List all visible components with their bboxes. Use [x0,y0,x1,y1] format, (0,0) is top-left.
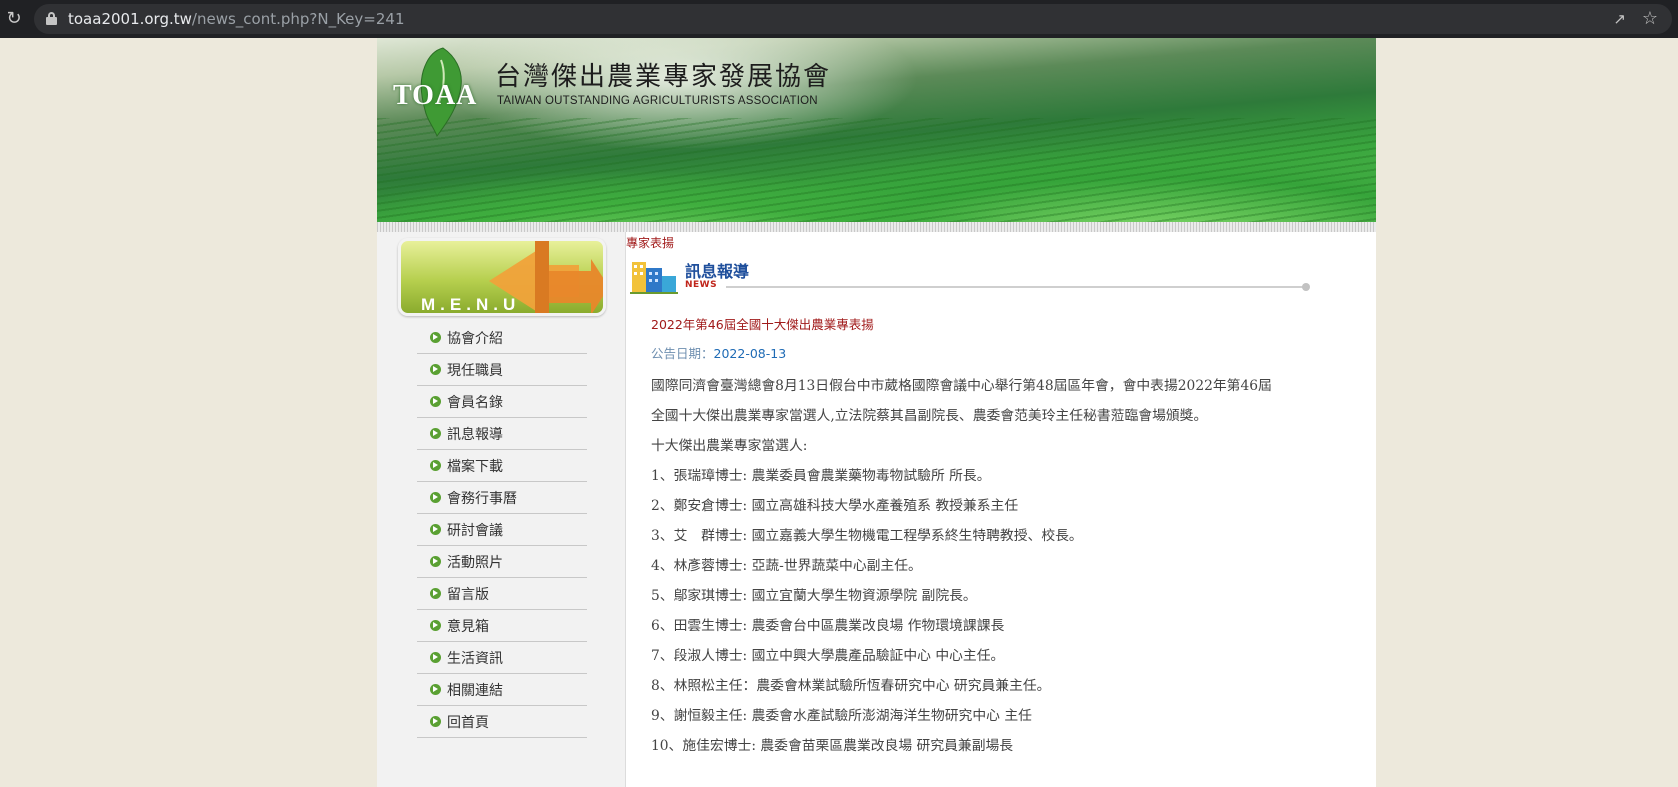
sidebar-item-news[interactable]: 訊息報導 [417,418,587,450]
arrow-bullet-icon [430,556,441,567]
section-subtitle: NEWS [685,280,718,290]
menu-header: M.E.N.U [398,238,606,316]
menu-title: M.E.N.U [421,295,521,314]
sidebar-item-calendar[interactable]: 會務行事曆 [417,482,587,514]
sidebar-item-label: 回首頁 [447,714,489,731]
sidebar-item-label: 會務行事曆 [447,490,517,507]
sidebar-item-label: 活動照片 [447,554,503,571]
article-line: 4、林彥蓉博士: 亞蔬-世界蔬菜中心副主任。 [651,558,922,574]
sidebar-item-staff[interactable]: 現任職員 [417,354,587,386]
main-content: 專家表揚 訊息報導 NEWS 2022年第46屆全國十大傑出農業專表揚 公告日期… [626,232,1376,787]
reload-icon[interactable]: ↻ [4,9,24,29]
share-icon[interactable]: ↗ [1613,10,1626,28]
article-line: 7、段淑人博士: 國立中興大學農產品驗証中心 中心主任。 [651,648,1005,664]
arrow-bullet-icon [430,716,441,727]
logo-text: TOAA [393,80,478,111]
article-line: 3、艾 群博士: 國立嘉義大學生物機電工程學系終生特聘教授、校長。 [651,528,1083,544]
sidebar-item-about[interactable]: 協會介紹 [417,322,587,354]
sidebar-item-label: 生活資訊 [447,650,503,667]
breadcrumb[interactable]: 專家表揚 [626,234,674,251]
header-divider [377,222,1376,232]
sidebar-item-feedback[interactable]: 意見箱 [417,610,587,642]
bookmark-star-icon[interactable]: ☆ [1642,8,1658,29]
news-buildings-icon [630,262,678,294]
section-title: 訊息報導 [685,262,750,281]
header-banner: TOAA 台灣傑出農業專家發展協會 TAIWAN OUTSTANDING AGR… [377,38,1376,222]
site-title: 台灣傑出農業專家發展協會 [495,62,832,92]
sidebar-item-photos[interactable]: 活動照片 [417,546,587,578]
sidebar-item-label: 現任職員 [447,362,503,379]
divider-end-dot [1302,283,1310,291]
arrow-bullet-icon [430,524,441,535]
sidebar-item-seminars[interactable]: 研討會議 [417,514,587,546]
article-line: 1、張瑞璋博士: 農業委員會農業藥物毒物試驗所 所長。 [651,468,991,484]
arrow-bullet-icon [430,620,441,631]
sidebar-item-living-info[interactable]: 生活資訊 [417,642,587,674]
sidebar-item-downloads[interactable]: 檔案下載 [417,450,587,482]
arrow-bullet-icon [430,396,441,407]
article-line: 國際同濟會臺灣總會8月13日假台中市葳格國際會議中心舉行第48屆區年會，會中表揚… [651,378,1272,394]
sidebar-item-label: 意見箱 [447,618,489,635]
sidebar-item-links[interactable]: 相關連結 [417,674,587,706]
publish-date: 公告日期：2022-08-13 [651,343,786,362]
article-title: 2022年第46屆全國十大傑出農業專表揚 [651,317,874,332]
arrow-bullet-icon [430,652,441,663]
article-line: 9、謝恒毅主任: 農委會水產試驗所澎湖海洋生物研究中心 主任 [651,708,1032,724]
sidebar-item-label: 研討會議 [447,522,503,539]
date-value: 2022-08-13 [713,346,787,361]
sidebar-item-guestbook[interactable]: 留言版 [417,578,587,610]
article-line: 2、鄭安倉博士: 國立高雄科技大學水產養殖系 教授兼系主任 [651,498,1019,514]
arrow-bullet-icon [430,588,441,599]
article-line: 全國十大傑出農業專家當選人,立法院蔡其昌副院長、農委會范美玲主任秘書蒞臨會場頒獎… [651,408,1208,424]
lock-icon [46,12,57,25]
sidebar-menu: 協會介紹 現任職員 會員名錄 訊息報導 檔案下載 會務行事曆 研討會議 活動照片… [417,322,587,738]
article-body: 國際同濟會臺灣總會8月13日假台中市葳格國際會議中心舉行第48屆區年會，會中表揚… [651,371,1356,761]
url-text[interactable]: toaa2001.org.tw/news_cont.php?N_Key=241 [68,10,404,28]
sidebar-item-label: 相關連結 [447,682,503,699]
sidebar-item-label: 協會介紹 [447,330,503,347]
arrow-bullet-icon [430,332,441,343]
article-line: 十大傑出農業專家當選人: [651,438,808,454]
sidebar-item-label: 留言版 [447,586,489,603]
arrow-bullet-icon [430,492,441,503]
article-line: 5、鄔家琪博士: 國立宜蘭大學生物資源學院 副院長。 [651,588,977,604]
sidebar-item-label: 訊息報導 [447,426,503,443]
sidebar: M.E.N.U 協會介紹 現任職員 會員名錄 訊息報導 檔案下載 會務行事曆 研… [377,232,626,787]
article-line: 8、林照松主任：農委會林業試驗所恆春研究中心 研究員兼主任。 [651,678,1051,694]
arrow-bullet-icon [430,428,441,439]
article-line: 6、田雲生博士: 農委會台中區農業改良場 作物環境課課長 [651,618,1005,634]
sidebar-item-label: 會員名錄 [447,394,503,411]
url-host: toaa2001.org.tw [68,10,192,28]
date-label: 公告日期： [651,346,714,361]
sidebar-item-label: 檔案下載 [447,458,503,475]
url-path: /news_cont.php?N_Key=241 [191,10,405,28]
section-divider [726,286,1304,288]
browser-toolbar: ↻ toaa2001.org.tw/news_cont.php?N_Key=24… [0,0,1678,38]
arrow-bullet-icon [430,460,441,471]
address-bar[interactable]: toaa2001.org.tw/news_cont.php?N_Key=241 … [34,4,1672,34]
article-line: 10、施佳宏博士: 農委會苗栗區農業改良場 研究員兼副場長 [651,738,1014,754]
site-title-en: TAIWAN OUTSTANDING AGRICULTURISTS ASSOCI… [497,95,818,107]
arrow-bullet-icon [430,364,441,375]
arrow-bullet-icon [430,684,441,695]
sidebar-item-home[interactable]: 回首頁 [417,706,587,738]
page-container: TOAA 台灣傑出農業專家發展協會 TAIWAN OUTSTANDING AGR… [377,38,1376,787]
sidebar-item-members[interactable]: 會員名錄 [417,386,587,418]
